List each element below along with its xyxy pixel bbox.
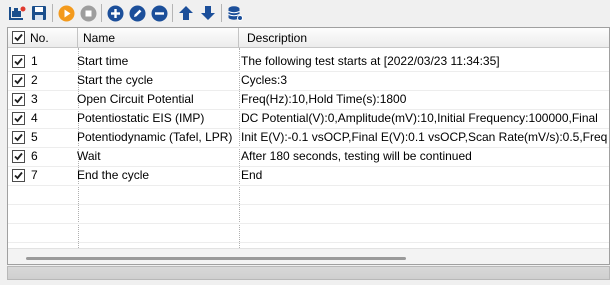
stop-button[interactable] bbox=[78, 3, 98, 23]
row-name: Start time bbox=[77, 54, 129, 68]
checkmark-icon bbox=[14, 33, 23, 42]
row-name: Open Circuit Potential bbox=[77, 92, 194, 106]
row-number: 4 bbox=[31, 111, 38, 125]
row-number: 2 bbox=[31, 73, 38, 87]
checkmark-icon bbox=[14, 95, 23, 104]
move-up-button[interactable] bbox=[176, 3, 196, 23]
database-icon bbox=[227, 5, 243, 21]
row-checkbox[interactable] bbox=[12, 169, 25, 182]
row-checkbox[interactable] bbox=[12, 55, 25, 68]
checkmark-icon bbox=[14, 114, 23, 123]
row-checkbox[interactable] bbox=[12, 131, 25, 144]
add-icon bbox=[107, 5, 123, 21]
row-checkbox[interactable] bbox=[12, 150, 25, 163]
column-header-description[interactable]: Description bbox=[239, 28, 609, 48]
horizontal-scrollbar[interactable] bbox=[8, 248, 609, 264]
toolbar-separator bbox=[101, 4, 102, 22]
add-button[interactable] bbox=[105, 3, 125, 23]
row-number: 6 bbox=[31, 149, 38, 163]
remove-icon bbox=[151, 5, 167, 21]
toolbar-separator bbox=[172, 4, 173, 22]
grid-header: No. Name Description bbox=[8, 28, 609, 48]
save-button[interactable] bbox=[29, 3, 49, 23]
row-description: DC Potential(V):0,Amplitude(mV):10,Initi… bbox=[241, 111, 598, 125]
save-icon bbox=[32, 6, 46, 20]
table-row[interactable]: 3 Open Circuit Potential Freq(Hz):10,Hol… bbox=[8, 90, 609, 109]
edit-icon bbox=[129, 5, 145, 21]
open-button[interactable] bbox=[7, 3, 27, 23]
row-divider bbox=[8, 223, 609, 224]
table-row[interactable]: 6 Wait After 180 seconds, testing will b… bbox=[8, 147, 609, 166]
move-down-button[interactable] bbox=[198, 3, 218, 23]
row-description: Cycles:3 bbox=[241, 73, 288, 87]
table-row[interactable]: 5 Potentiodynamic (Tafel, LPR) Init E(V)… bbox=[8, 128, 609, 147]
column-header-no-label: No. bbox=[30, 31, 49, 45]
row-divider bbox=[8, 204, 609, 205]
row-number: 1 bbox=[31, 54, 38, 68]
row-name: Start the cycle bbox=[77, 73, 154, 87]
row-checkbox[interactable] bbox=[12, 112, 25, 125]
move-down-icon bbox=[201, 6, 215, 20]
table-row[interactable]: 2 Start the cycle Cycles:3 bbox=[8, 71, 609, 90]
row-name: Potentiodynamic (Tafel, LPR) bbox=[77, 130, 233, 144]
row-name: Wait bbox=[77, 149, 101, 163]
run-icon bbox=[58, 5, 74, 21]
row-divider bbox=[8, 242, 609, 243]
table-row[interactable]: 1 Start time The following test starts a… bbox=[8, 52, 609, 71]
row-checkbox[interactable] bbox=[12, 74, 25, 87]
table-row[interactable]: 4 Potentiostatic EIS (IMP) DC Potential(… bbox=[8, 109, 609, 128]
row-name: End the cycle bbox=[77, 168, 150, 182]
database-button[interactable] bbox=[225, 3, 245, 23]
row-description: Init E(V):-0.1 vsOCP,Final E(V):0.1 vsOC… bbox=[241, 130, 608, 144]
toolbar bbox=[0, 0, 610, 26]
row-name: Potentiostatic EIS (IMP) bbox=[77, 111, 205, 125]
row-description: The following test starts at [2022/03/23… bbox=[241, 54, 500, 68]
row-description: Freq(Hz):10,Hold Time(s):1800 bbox=[241, 92, 407, 106]
move-up-icon bbox=[179, 6, 193, 20]
checkmark-icon bbox=[14, 152, 23, 161]
column-header-no[interactable]: No. bbox=[8, 28, 78, 48]
run-button[interactable] bbox=[56, 3, 76, 23]
edit-button[interactable] bbox=[127, 3, 147, 23]
open-icon bbox=[9, 6, 26, 20]
row-description: After 180 seconds, testing will be conti… bbox=[241, 149, 472, 163]
checkmark-icon bbox=[14, 133, 23, 142]
row-number: 5 bbox=[31, 130, 38, 144]
checkmark-icon bbox=[14, 76, 23, 85]
checkmark-icon bbox=[14, 171, 23, 180]
scrollbar-thumb[interactable] bbox=[26, 257, 406, 260]
row-checkbox[interactable] bbox=[12, 93, 25, 106]
steps-grid[interactable]: No. Name Description 1 Start time The fo… bbox=[7, 27, 610, 265]
toolbar-separator bbox=[52, 4, 53, 22]
row-number: 7 bbox=[31, 168, 38, 182]
row-divider bbox=[8, 185, 609, 186]
column-header-name[interactable]: Name bbox=[78, 28, 239, 48]
row-number: 3 bbox=[31, 92, 38, 106]
toolbar-separator bbox=[221, 4, 222, 22]
stop-icon bbox=[80, 5, 96, 21]
remove-button[interactable] bbox=[149, 3, 169, 23]
status-bar bbox=[7, 266, 610, 280]
checkmark-icon bbox=[14, 57, 23, 66]
row-description: End bbox=[241, 168, 263, 182]
table-row[interactable]: 7 End the cycle End bbox=[8, 166, 609, 185]
select-all-checkbox[interactable] bbox=[12, 31, 25, 44]
